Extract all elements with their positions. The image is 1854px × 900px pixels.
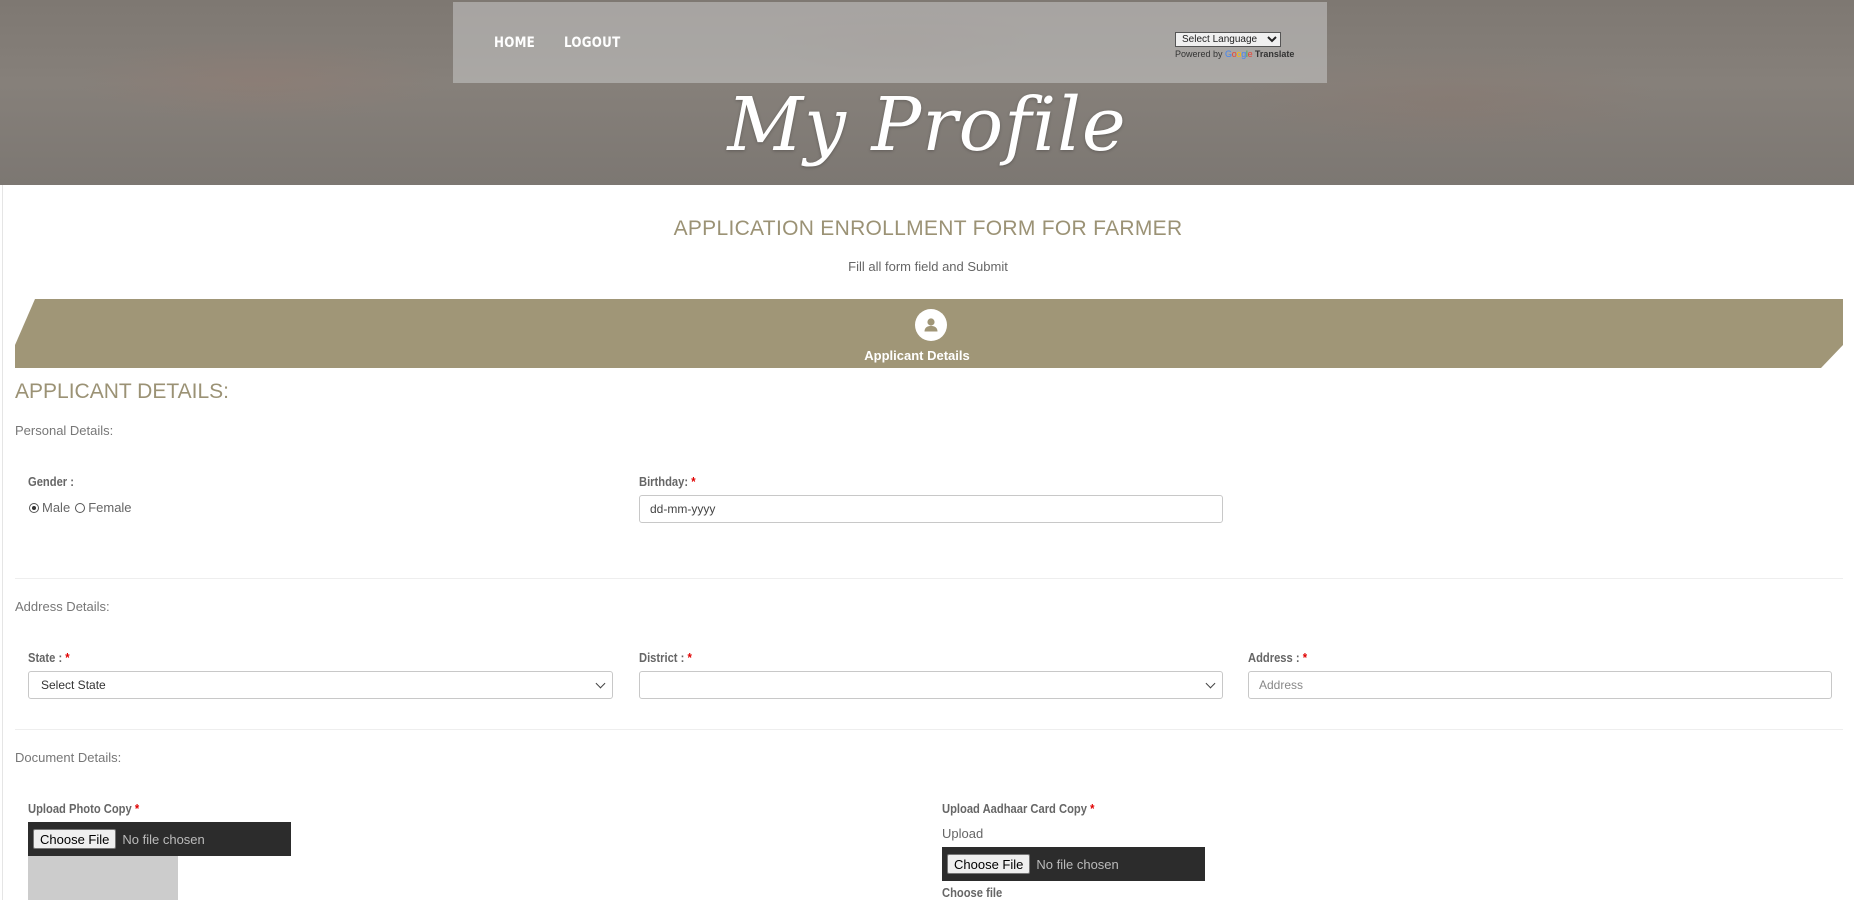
personal-details-label: Personal Details: <box>15 423 114 438</box>
section-divider <box>15 578 1843 579</box>
aadhaar-choose-file-button[interactable]: Choose File <box>947 854 1031 874</box>
required-asterisk: * <box>134 801 140 816</box>
photo-preview-image <box>28 856 178 900</box>
section-heading: APPLICANT DETAILS: <box>15 380 229 403</box>
aadhaar-upload-label-text: Upload Aadhaar Card Copy <box>942 801 1087 816</box>
photo-file-input: Choose File No file chosen <box>28 822 291 856</box>
photo-upload-label: Upload Photo Copy * <box>28 801 139 816</box>
gender-label-text: Gender : <box>28 474 74 489</box>
form-title: APPLICATION ENROLLMENT FORM FOR FARMER <box>673 217 1183 240</box>
enrollment-form-card: APPLICATION ENROLLMENT FORM FOR FARMER F… <box>2 185 1853 900</box>
address-input[interactable] <box>1248 671 1832 699</box>
address-label-text: Address : <box>1248 650 1300 665</box>
step-progress-band: Applicant Details <box>15 299 1843 368</box>
translate-link[interactable]: Translate <box>1255 49 1295 59</box>
section-divider <box>15 729 1843 730</box>
choose-file-label: Choose file <box>942 885 1003 900</box>
birthday-label-text: Birthday: <box>639 474 689 489</box>
address-details-label: Address Details: <box>15 599 110 614</box>
gender-radio-group: Male Female <box>28 500 132 515</box>
gender-label: Gender : <box>28 474 74 489</box>
required-asterisk: * <box>1090 801 1095 816</box>
district-label: District : * <box>639 650 692 665</box>
district-label-text: District : <box>639 650 685 665</box>
aadhaar-file-input: Choose File No file chosen <box>942 847 1205 881</box>
gender-female-radio[interactable] <box>75 502 86 513</box>
hero-banner: HOME LOGOUT Select Language Powered by G… <box>0 0 1854 185</box>
required-asterisk: * <box>691 474 696 489</box>
state-select-value: Select State <box>41 678 106 692</box>
birthday-label: Birthday: * <box>639 474 696 489</box>
state-label: State : * <box>28 650 70 665</box>
photo-upload-label-text: Upload Photo Copy <box>28 801 132 816</box>
form-subtitle: Fill all form field and Submit <box>848 259 1008 274</box>
page-title: My Profile <box>727 82 1127 168</box>
nav-logout-link[interactable]: LOGOUT <box>564 35 620 51</box>
google-logo-icon: Google <box>1225 49 1253 59</box>
language-select[interactable]: Select Language <box>1175 32 1281 47</box>
gender-male-label: Male <box>42 500 71 515</box>
chevron-down-icon <box>1205 678 1216 689</box>
nav-home-link[interactable]: HOME <box>494 35 535 51</box>
step-label: Applicant Details <box>864 348 970 363</box>
step-user-icon <box>915 309 947 341</box>
required-asterisk: * <box>687 650 692 665</box>
district-select[interactable] <box>639 671 1223 699</box>
powered-by-text: Powered by Google Translate <box>1175 49 1294 59</box>
aadhaar-upload-text: Upload <box>942 826 984 841</box>
required-asterisk: * <box>65 650 70 665</box>
aadhaar-upload-label: Upload Aadhaar Card Copy * <box>942 801 1094 816</box>
photo-file-status: No file chosen <box>122 831 205 847</box>
gender-female-label: Female <box>88 500 132 515</box>
gender-male-radio[interactable] <box>29 502 39 513</box>
document-details-label: Document Details: <box>15 750 122 765</box>
birthday-date-input[interactable]: dd-mm-yyyy <box>639 495 1223 523</box>
chevron-down-icon <box>595 678 606 689</box>
state-select[interactable]: Select State <box>28 671 613 699</box>
state-label-text: State : <box>28 650 63 665</box>
google-translate-widget: Select Language Powered by Google Transl… <box>1175 29 1294 59</box>
address-label: Address : * <box>1248 650 1307 665</box>
birthday-value: dd-mm-yyyy <box>650 502 716 516</box>
photo-choose-file-button[interactable]: Choose File <box>33 829 117 849</box>
aadhaar-file-status: No file chosen <box>1036 856 1119 872</box>
top-navbar: HOME LOGOUT Select Language Powered by G… <box>453 2 1327 83</box>
powered-by-label: Powered by <box>1175 49 1223 59</box>
required-asterisk: * <box>1302 650 1308 665</box>
